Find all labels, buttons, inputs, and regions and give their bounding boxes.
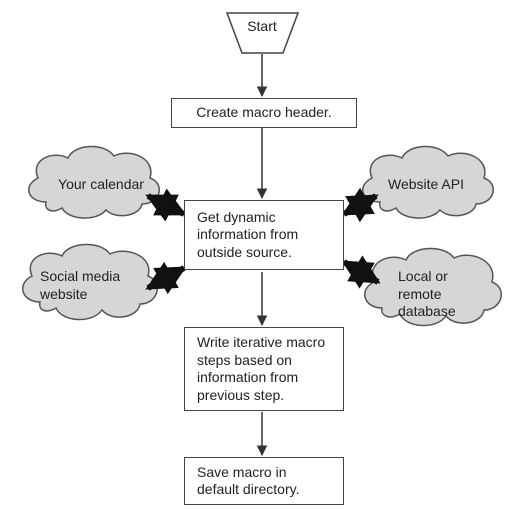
step4-text: Save macro in default directory. — [197, 464, 331, 499]
cloud-website-api — [363, 146, 494, 218]
flowchart-diagram: Start Create macro header. Get dynamic i… — [0, 0, 516, 528]
step1-text: Create macro header. — [196, 104, 331, 122]
link-calendar — [148, 196, 184, 214]
link-api — [344, 196, 376, 214]
cloud-database — [365, 248, 502, 325]
step1-box: Create macro header. — [171, 98, 357, 128]
step2-text: Get dynamic information from outside sou… — [197, 209, 331, 262]
step2-box: Get dynamic information from outside sou… — [184, 200, 344, 270]
step3-box: Write iterative macro steps based on inf… — [184, 327, 344, 411]
start-text: Start — [247, 18, 277, 34]
step4-box: Save macro in default directory. — [184, 457, 344, 505]
step3-text: Write iterative macro steps based on inf… — [197, 334, 331, 404]
cloud-your-calendar — [29, 146, 160, 218]
start-label: Start — [227, 18, 297, 34]
cloud-social-media — [23, 244, 158, 319]
link-social — [148, 268, 184, 288]
